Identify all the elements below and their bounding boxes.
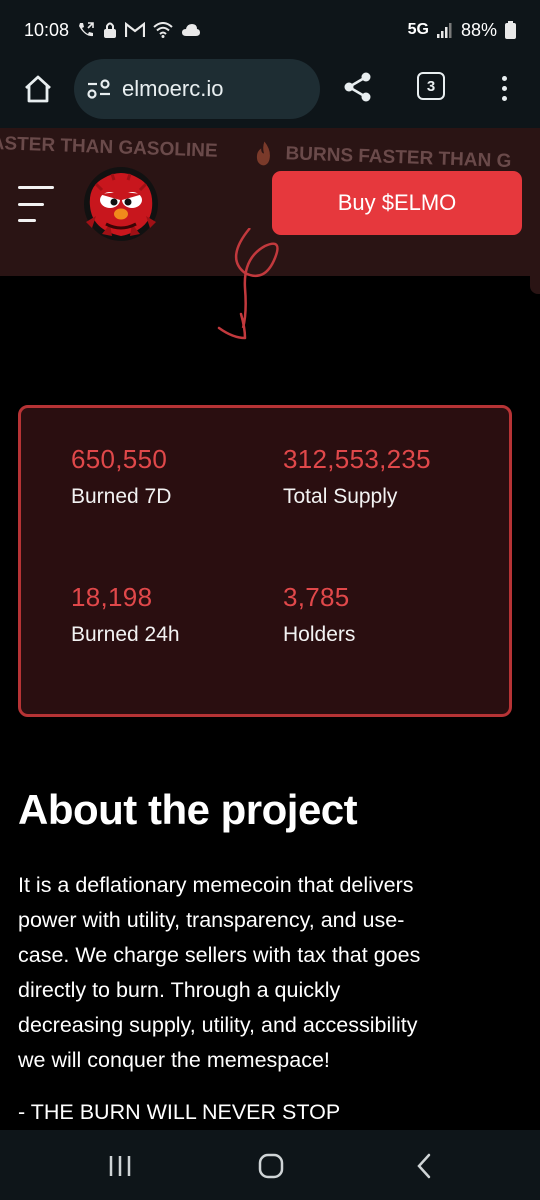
share-button[interactable] (340, 67, 376, 107)
stat-burned-7d: 650,550 Burned 7D (71, 444, 171, 509)
status-right: 5G 88% (408, 20, 516, 41)
home-icon (258, 1153, 284, 1179)
browser-home-button[interactable] (16, 67, 60, 111)
about-line: we will conquer the memespace! (18, 1048, 330, 1072)
stat-label: Total Supply (283, 485, 398, 508)
stat-value: 18,198 (71, 582, 153, 612)
about-line: directly to burn. Through a quickly (18, 978, 341, 1002)
gmail-icon (125, 20, 146, 40)
share-icon (344, 72, 371, 102)
about-line: It is a deflationary memecoin that deliv… (18, 873, 414, 897)
back-icon (417, 1153, 431, 1179)
home-icon (25, 75, 51, 103)
stat-value: 312,553,235 (283, 444, 431, 474)
about-line: power with utility, transparency, and us… (18, 908, 405, 932)
stat-label: Holders (283, 623, 356, 646)
more-icon[interactable] (492, 68, 516, 108)
status-left: 10:08 (24, 20, 201, 41)
stat-total-supply: 312,553,235 Total Supply (283, 444, 431, 509)
battery-icon (505, 20, 516, 40)
browser-toolbar: elmoerc.io 3 (0, 50, 540, 128)
stat-value: 3,785 (283, 582, 350, 612)
lock-icon (103, 20, 117, 40)
web-page: FASTER THAN GASOLINE BURNS FASTER THAN G… (0, 128, 540, 1130)
about-paragraph: It is a deflationary memecoin that deliv… (18, 868, 518, 1078)
stat-label: Burned 24h (71, 623, 180, 646)
system-nav-bar (0, 1130, 540, 1200)
burn-slogan: - THE BURN WILL NEVER STOP (18, 1100, 341, 1124)
address-bar[interactable]: elmoerc.io (74, 59, 320, 119)
tabs-icon[interactable]: 3 (417, 72, 445, 100)
stat-burned-24h: 18,198 Burned 24h (71, 582, 180, 647)
stat-holders: 3,785 Holders (283, 582, 355, 647)
about-line: case. We charge sellers with tax that go… (18, 943, 421, 967)
call-forwarding-icon (77, 20, 95, 40)
flame-icon (256, 141, 270, 166)
ticker-item: BURNS FASTER THAN G (251, 140, 512, 175)
clock: 10:08 (24, 19, 70, 40)
battery-percent: 88% (460, 19, 497, 40)
wifi-icon (153, 20, 173, 40)
recents-icon (109, 1156, 131, 1176)
stat-label: Burned 7D (71, 485, 172, 508)
elmo-logo[interactable] (82, 166, 160, 242)
ticker-item: FASTER THAN GASOLINE (0, 132, 218, 162)
nav-home-button[interactable] (241, 1146, 301, 1186)
back-button[interactable] (394, 1146, 454, 1186)
about-line: decreasing supply, utility, and accessib… (18, 1013, 418, 1037)
recents-button[interactable] (90, 1146, 150, 1186)
token-stats-card: 650,550 Burned 7D 312,553,235 Total Supp… (18, 405, 512, 717)
site-settings-icon[interactable] (86, 78, 112, 100)
network-type: 5G (407, 21, 429, 38)
url-text[interactable]: elmoerc.io (122, 76, 223, 102)
hamburger-menu-icon[interactable] (18, 186, 56, 222)
cloud-icon (181, 20, 201, 40)
buy-button[interactable]: Buy $ELMO (272, 171, 522, 235)
signal-icon (436, 20, 453, 40)
tab-count: 3 (426, 77, 436, 95)
curly-arrow-icon (217, 228, 279, 340)
header-edge (530, 276, 540, 294)
stat-value: 650,550 (71, 444, 168, 474)
about-heading: About the project (18, 786, 358, 833)
